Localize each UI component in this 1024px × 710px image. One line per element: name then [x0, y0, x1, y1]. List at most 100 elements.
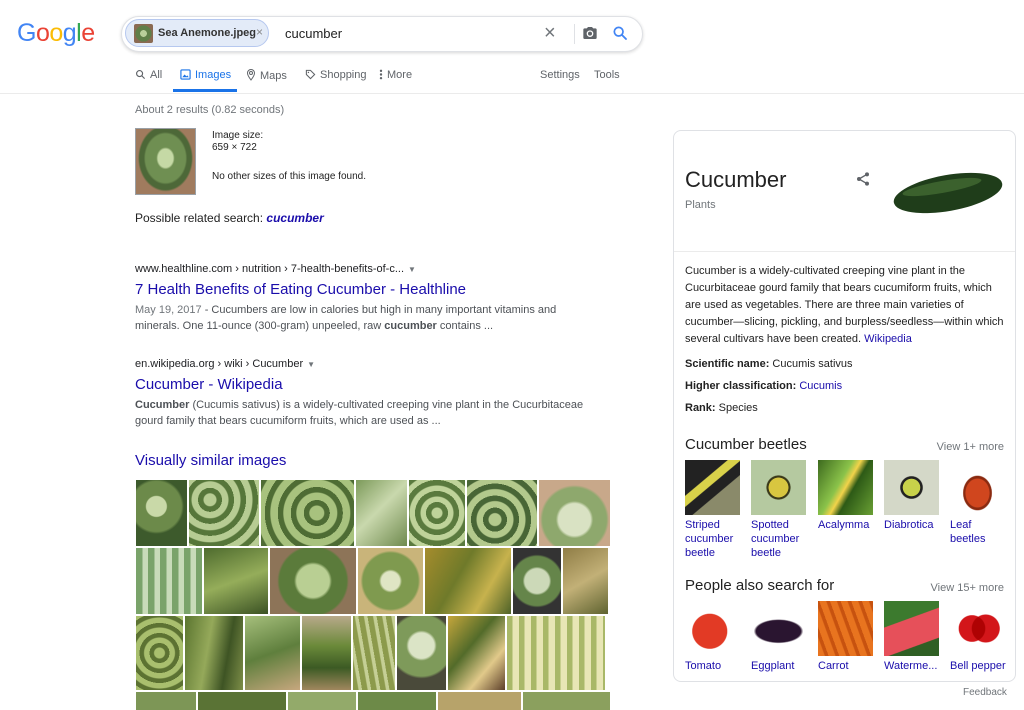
kp-beetle-item[interactable]: Diabrotica: [884, 460, 940, 532]
beetle-image: [884, 460, 939, 515]
kp-beetle-item[interactable]: Spotted cucumber beetle: [751, 460, 807, 560]
result-title-link[interactable]: Cucumber - Wikipedia: [135, 376, 595, 393]
tab-more[interactable]: More: [379, 69, 412, 83]
beetle-image: [685, 460, 740, 515]
image-size-label: Image size:: [212, 130, 264, 141]
search-input[interactable]: cucumber: [285, 26, 342, 41]
kp-description: Cucumber is a widely-cultivated creeping…: [685, 263, 1007, 348]
watermelon-image: [884, 601, 939, 656]
feedback-link[interactable]: Feedback: [963, 687, 1007, 698]
kp-also-item[interactable]: Waterme...: [884, 601, 940, 673]
similar-image[interactable]: [538, 479, 611, 547]
tab-shopping[interactable]: Shopping: [305, 69, 367, 83]
similar-image[interactable]: [506, 615, 606, 691]
tab-all[interactable]: All: [135, 69, 162, 83]
result-title-link[interactable]: 7 Health Benefits of Eating Cucumber - H…: [135, 281, 595, 298]
knowledge-panel: Cucumber Plants Cucumber is a widely-cul…: [673, 130, 1016, 682]
visually-similar-heading[interactable]: Visually similar images: [135, 452, 286, 469]
kp-also-item[interactable]: Tomato: [685, 601, 741, 673]
tab-tools[interactable]: Tools: [594, 69, 620, 81]
google-logo[interactable]: Google: [17, 19, 95, 48]
similar-image[interactable]: [135, 615, 184, 691]
kp-description-text: Cucumber is a widely-cultivated creeping…: [685, 265, 1004, 345]
image-dimensions: 659 × 722: [212, 142, 257, 153]
kp-beetle-item[interactable]: Acalymma: [818, 460, 874, 532]
beetle-label: Diabrotica: [884, 519, 934, 531]
dropdown-arrow-icon[interactable]: ▼: [408, 265, 416, 274]
no-other-sizes: No other sizes of this image found.: [212, 171, 366, 182]
kp-beetles-more-link[interactable]: View 1+ more: [937, 441, 1004, 453]
similar-image[interactable]: [522, 691, 611, 710]
kp-fact-rank: Rank: Species: [685, 402, 758, 414]
chip-close-icon[interactable]: ×: [256, 25, 263, 39]
similar-image[interactable]: [466, 479, 538, 547]
similar-image[interactable]: [447, 615, 506, 691]
dropdown-arrow-icon[interactable]: ▼: [307, 360, 315, 369]
similar-image[interactable]: [512, 547, 562, 615]
also-label: Carrot: [818, 660, 849, 672]
tab-maps[interactable]: Maps: [246, 68, 287, 84]
kp-also-search-heading: People also search for: [685, 577, 835, 594]
snippet-highlight: Cucumber: [135, 399, 190, 411]
chip-filename: Sea Anemone.jpeg: [158, 27, 257, 39]
fact-label: Rank:: [685, 402, 716, 414]
query-image-thumbnail[interactable]: [135, 128, 196, 195]
search-icon[interactable]: [612, 25, 628, 46]
similar-image[interactable]: [396, 615, 447, 691]
kp-beetle-item[interactable]: Striped cucumber beetle: [685, 460, 741, 560]
similar-image[interactable]: [287, 691, 357, 710]
fact-value: Species: [718, 402, 758, 414]
result-cite: en.wikipedia.org › wiki › Cucumber ▼: [135, 358, 595, 370]
logo-letter: g: [62, 19, 77, 47]
query-image-chip[interactable]: Sea Anemone.jpeg ×: [125, 19, 269, 47]
similar-image[interactable]: [197, 691, 287, 710]
fact-value-link[interactable]: Cucumis: [799, 380, 842, 392]
kp-subtitle: Plants: [685, 199, 716, 211]
similar-image[interactable]: [437, 691, 522, 710]
similar-image[interactable]: [244, 615, 301, 691]
kp-wikipedia-link[interactable]: Wikipedia: [864, 333, 912, 345]
map-pin-icon: [246, 68, 256, 84]
kp-also-item[interactable]: Bell pepper: [950, 601, 1006, 673]
similar-image[interactable]: [135, 479, 188, 547]
result-date: May 19, 2017: [135, 304, 202, 316]
tomato-image: [685, 601, 740, 656]
kp-beetles-heading: Cucumber beetles: [685, 436, 807, 453]
similar-image[interactable]: [352, 615, 396, 691]
tab-all-label: All: [150, 69, 163, 81]
similar-image[interactable]: [135, 547, 203, 615]
camera-icon[interactable]: [582, 25, 598, 46]
similar-image[interactable]: [355, 479, 408, 547]
similar-image[interactable]: [188, 479, 260, 547]
kp-beetle-item[interactable]: Leaf beetles: [950, 460, 1006, 546]
similar-image[interactable]: [184, 615, 244, 691]
share-icon[interactable]: [855, 171, 871, 192]
beetle-image: [751, 460, 806, 515]
tab-images[interactable]: Images: [180, 69, 231, 83]
logo-letter: e: [81, 19, 95, 47]
beetle-label: Striped cucumber beetle: [685, 519, 734, 559]
carrot-image: [818, 601, 873, 656]
related-search-link[interactable]: cucumber: [266, 211, 323, 225]
clear-icon[interactable]: ×: [544, 22, 556, 44]
similar-image[interactable]: [269, 547, 357, 615]
logo-letter: G: [17, 19, 36, 47]
similar-image[interactable]: [357, 691, 437, 710]
similar-image[interactable]: [408, 479, 466, 547]
eggplant-image: [751, 601, 806, 656]
kp-also-item[interactable]: Eggplant: [751, 601, 807, 673]
similar-image[interactable]: [357, 547, 424, 615]
similar-image[interactable]: [424, 547, 512, 615]
kp-cucumber-image[interactable]: [892, 167, 1004, 217]
similar-image[interactable]: [135, 691, 197, 710]
image-size-info: Image size: 659 × 722: [212, 130, 263, 154]
similar-image[interactable]: [260, 479, 355, 547]
tab-settings[interactable]: Settings: [540, 69, 580, 81]
similar-image[interactable]: [301, 615, 352, 691]
similar-image[interactable]: [203, 547, 269, 615]
chip-thumbnail: [134, 24, 153, 43]
kp-also-item[interactable]: Carrot: [818, 601, 874, 673]
similar-image[interactable]: [562, 547, 609, 615]
kp-also-more-link[interactable]: View 15+ more: [931, 582, 1004, 594]
search-tabs: All Images Maps Shopping More Settings T…: [0, 60, 1024, 94]
